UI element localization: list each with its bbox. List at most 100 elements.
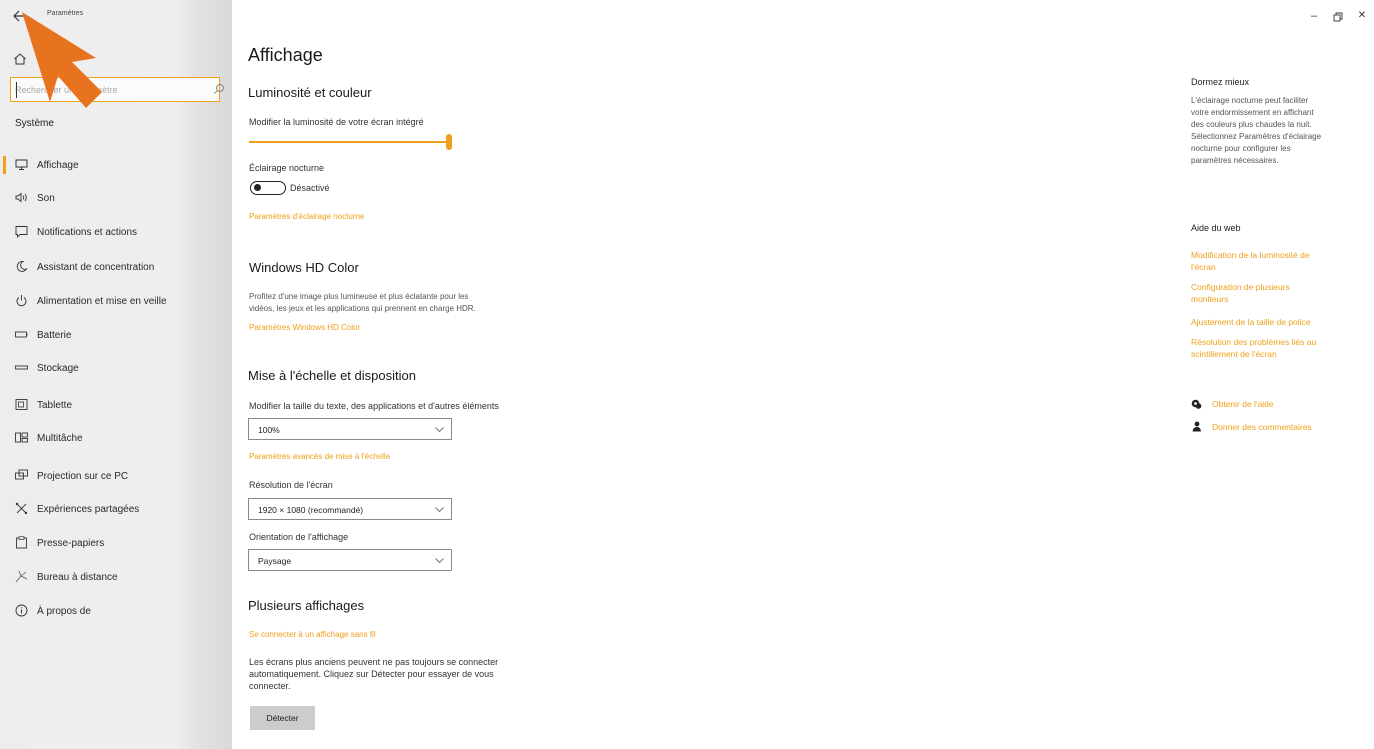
hdr-settings-link[interactable]: Paramètres Windows HD Color <box>249 323 360 332</box>
restore-icon[interactable] <box>1331 10 1345 24</box>
multi-description: automatiquement. Cliquez sur Détecter po… <box>249 669 494 679</box>
multi-description: connecter. <box>249 681 291 691</box>
sleep-text: Sélectionnez Paramètres d'éclairage <box>1191 132 1322 141</box>
help-link-flicker[interactable]: scintillement de l'écran <box>1191 349 1277 359</box>
help-link-flicker[interactable]: Résolution des problèmes liés au <box>1191 337 1316 347</box>
clipboard-icon <box>16 536 27 549</box>
hdr-description: Profitez d'une image plus lumineuse et p… <box>249 292 469 301</box>
slider-thumb[interactable] <box>446 134 452 150</box>
advanced-scaling-link[interactable]: Paramètres avancés de mise à l'échelle <box>249 452 390 461</box>
page-title: Affichage <box>248 45 323 65</box>
section-heading-hdr: Windows HD Color <box>249 260 359 275</box>
help-link-brightness[interactable]: l'écran <box>1191 262 1216 272</box>
chevron-down-icon <box>435 427 444 433</box>
info-icon <box>15 604 28 617</box>
app-title: Paramètres <box>47 10 84 17</box>
sidebar-item-label: Assistant de concentration <box>37 262 155 273</box>
sidebar-item-label: Stockage <box>37 363 79 374</box>
sleep-text: nocturne pour configurer les <box>1191 144 1291 153</box>
dropdown-value: 100% <box>258 425 280 435</box>
multi-description: Les écrans plus anciens peuvent ne pas t… <box>249 657 499 667</box>
detect-button[interactable]: Détecter <box>250 706 315 730</box>
sidebar-item-son[interactable]: Son <box>0 183 232 213</box>
search-input[interactable] <box>15 82 195 98</box>
sidebar-item-notifications[interactable]: Notifications et actions <box>0 217 232 247</box>
sidebar-item-experiences-partagees[interactable]: Expériences partagées <box>0 494 232 524</box>
sidebar-item-alimentation[interactable]: Alimentation et mise en veille <box>0 286 232 316</box>
storage-icon <box>15 365 28 370</box>
help-link-font-size[interactable]: Ajustement de la taille de police <box>1191 317 1311 327</box>
sidebar-item-label: Son <box>37 193 55 204</box>
moon-icon <box>16 261 28 272</box>
chevron-down-icon <box>435 507 444 513</box>
monitor-icon <box>15 159 28 170</box>
sidebar-item-multitache[interactable]: Multitâche <box>0 423 232 453</box>
orientation-label: Orientation de l'affichage <box>249 532 349 542</box>
search-icon[interactable] <box>213 83 225 95</box>
help-link-monitors[interactable]: moniteurs <box>1191 294 1228 304</box>
minimize-button[interactable]: – <box>1307 10 1321 24</box>
sidebar-item-bureau-distance[interactable]: Bureau à distance <box>0 562 232 592</box>
sidebar-item-projection[interactable]: Projection sur ce PC <box>0 461 232 491</box>
sleep-text: des couleurs plus chaudes la nuit. <box>1191 120 1312 129</box>
sidebar-item-label: Bureau à distance <box>37 572 118 583</box>
title-bar: Paramètres – ✕ <box>0 0 1374 30</box>
slider-track <box>249 141 449 143</box>
hdr-description: vidéos, les jeux et les applications qui… <box>249 304 476 313</box>
wireless-display-link[interactable]: Se connecter à un affichage sans fil <box>249 630 376 639</box>
sleep-text: votre endormissement en affichant <box>1191 108 1314 117</box>
night-light-settings-link[interactable]: Paramètres d'éclairage nocturne <box>249 212 364 221</box>
section-heading-multi: Plusieurs affichages <box>248 598 365 613</box>
sidebar-item-label: À propos de <box>37 606 91 617</box>
sidebar-item-label: Expériences partagées <box>37 504 140 515</box>
power-icon <box>16 295 27 307</box>
sidebar-item-tablette[interactable]: Tablette <box>0 390 232 420</box>
sidebar-item-label: Tablette <box>37 400 73 411</box>
sidebar-item-label: Alimentation et mise en veille <box>37 296 167 307</box>
home-icon[interactable] <box>13 52 27 66</box>
sidebar-item-label: Batterie <box>37 330 72 341</box>
sidebar-item-label: Multitâche <box>37 433 83 444</box>
orientation-dropdown[interactable]: Paysage <box>248 549 452 571</box>
speaker-icon <box>15 192 27 203</box>
back-arrow-icon[interactable] <box>10 6 32 26</box>
sleep-heading: Dormez mieux <box>1191 77 1250 87</box>
section-label: Système <box>15 118 54 129</box>
dropdown-value: 1920 × 1080 (recommandé) <box>258 505 364 515</box>
sleep-text: L'éclairage nocturne peut faciliter <box>1191 96 1309 105</box>
sidebar-item-stockage[interactable]: Stockage <box>0 353 232 383</box>
sidebar-item-a-propos[interactable]: À propos de <box>0 596 232 626</box>
section-heading-scale: Mise à l'échelle et disposition <box>248 368 416 383</box>
brightness-slider[interactable] <box>249 134 454 150</box>
sidebar-item-label: Presse-papiers <box>37 538 105 549</box>
sidebar-item-affichage[interactable]: Affichage <box>0 150 232 180</box>
sidebar-item-presse-papiers[interactable]: Presse-papiers <box>0 528 232 558</box>
night-light-toggle[interactable] <box>250 181 286 195</box>
shared-icon <box>15 502 28 515</box>
sidebar-item-label: Notifications et actions <box>37 227 138 238</box>
scale-dropdown[interactable]: 100% <box>248 418 452 440</box>
help-link-brightness[interactable]: Modification de la luminosité de <box>1191 250 1310 260</box>
sidebar-item-label: Projection sur ce PC <box>37 471 129 482</box>
help-chat-icon <box>1191 399 1202 409</box>
chevron-down-icon <box>435 558 444 564</box>
sidebar-item-label: Affichage <box>37 160 79 171</box>
close-button[interactable]: ✕ <box>1355 10 1369 24</box>
resolution-dropdown[interactable]: 1920 × 1080 (recommandé) <box>248 498 452 520</box>
night-light-label: Éclairage nocturne <box>249 163 325 173</box>
search-box[interactable] <box>10 77 224 102</box>
dropdown-value: Paysage <box>258 556 292 566</box>
battery-icon <box>15 331 28 338</box>
help-link-monitors[interactable]: Configuration de plusieurs <box>1191 282 1290 292</box>
sidebar-item-concentration[interactable]: Assistant de concentration <box>0 252 232 282</box>
remote-desktop-icon <box>15 570 28 583</box>
feedback-person-icon <box>1192 421 1201 432</box>
sleep-text: paramètres nécessaires. <box>1191 156 1279 165</box>
projection-icon <box>15 469 28 480</box>
text-caret <box>16 82 17 98</box>
resolution-label: Résolution de l'écran <box>249 480 333 490</box>
feedback-link[interactable]: Donner des commentaires <box>1212 422 1312 432</box>
notification-icon <box>15 226 28 238</box>
sidebar-item-batterie[interactable]: Batterie <box>0 320 232 350</box>
get-help-link[interactable]: Obtenir de l'aide <box>1212 399 1274 409</box>
